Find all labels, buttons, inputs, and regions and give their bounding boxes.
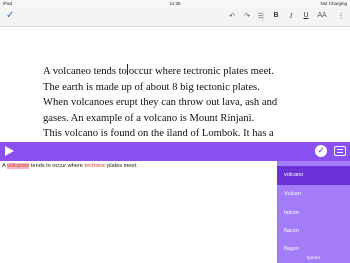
underline-button[interactable]: U [300,12,312,19]
line-text-after-cursor: occur where tectronic plates meet. [128,66,274,77]
italic-button[interactable]: I [285,12,297,20]
more-vertical-icon[interactable]: ⋮ [335,12,347,20]
line-text-before-cursor: A volcaneo tends to [43,66,127,77]
current-sentence: A volcaneo tends to occur where tectroni… [2,163,138,169]
suggestion-item[interactable]: flacon [277,222,350,241]
toolbar-divider [262,13,263,22]
keyboard-icon[interactable] [334,146,346,156]
misspelled-word[interactable]: volcaneo [6,163,30,169]
document-line: A volcaneo tends to occur where tectronic… [43,64,343,80]
redo-icon[interactable]: ↷ [241,12,253,20]
undo-icon[interactable]: ↶ [226,12,238,20]
list-icon[interactable]: ☰ [255,12,267,20]
checkmark-icon[interactable]: ✓ [6,10,14,21]
document-line: When volcanoes erupt they can throw out … [43,97,278,108]
document-text[interactable]: A volcaneo tends to occur where tectronic… [43,64,343,142]
suggestion-item[interactable]: volcano [277,166,350,185]
status-bar: iPad 11:35 Not Charging [0,0,350,8]
suggestions-list: volcano Vulcan falcon flacon flagon Igno… [277,161,350,263]
flagged-word[interactable]: tectronic [84,163,105,169]
suggestion-item[interactable]: falcon [277,204,350,223]
sentence-middle: tends to occur where [29,163,85,169]
document-line: The earth is made up of about 8 big tect… [43,81,260,93]
document-area[interactable]: A volcaneo tends to occur where tectronic… [0,28,350,142]
sentence-suffix: plates meet. [105,163,138,169]
clock: 11:35 [169,1,181,6]
suggestion-item[interactable]: Vulcan [277,185,350,204]
editor-toolbar: ✓ ↶ ↷ ☰ B I U AA ⋮ [0,8,350,27]
bold-button[interactable]: B [270,12,282,19]
reader-bar: ✓ [0,142,350,161]
document-line: gases. An example of a volcano is Mount … [43,112,255,124]
sentence-panel: A volcaneo tends to occur where tectroni… [0,161,277,263]
ignore-button[interactable]: Ignore [277,256,350,261]
check-circle-icon[interactable]: ✓ [315,145,327,157]
play-icon[interactable] [5,146,14,156]
document-line: This volcano is found on the iland of Lo… [43,128,274,139]
font-size-button[interactable]: AA [316,12,328,19]
battery-status: Not Charging [320,1,347,6]
